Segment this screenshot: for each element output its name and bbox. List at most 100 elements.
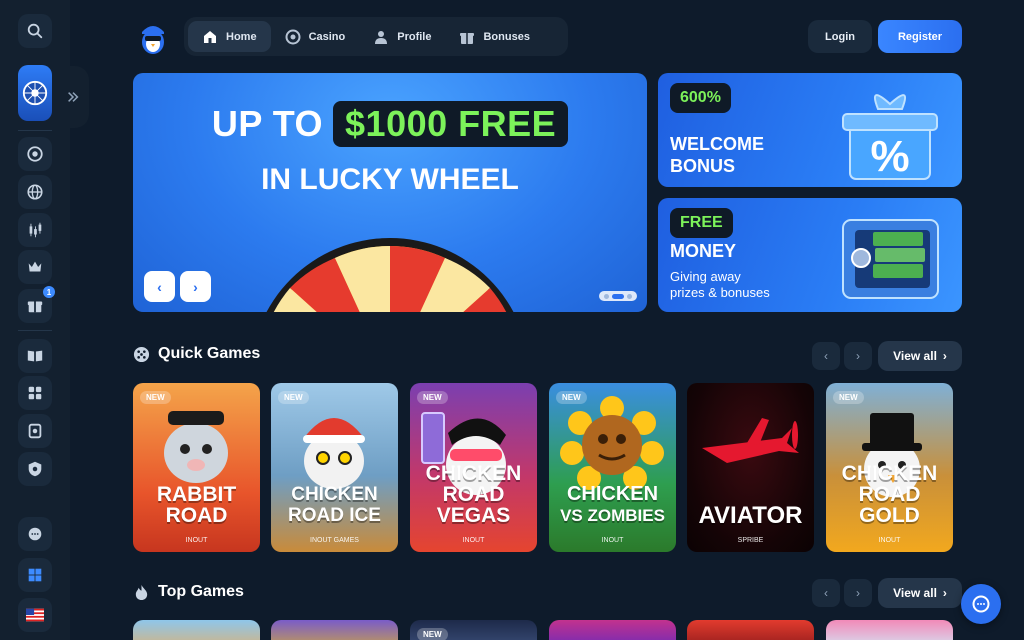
top-game-card[interactable] [549, 620, 676, 640]
live-chat-button[interactable] [961, 584, 1001, 624]
user-icon [375, 30, 388, 44]
hero-prev-button[interactable]: ‹ [144, 271, 175, 302]
quick-games-view-all[interactable]: View all › [878, 341, 962, 371]
chip-icon [27, 146, 43, 162]
sidebar-expand-button[interactable] [56, 66, 89, 128]
main-nav: Home Casino Profile Bonuses [184, 17, 568, 56]
top-game-card[interactable] [687, 620, 814, 640]
sidebar-item-vip[interactable] [18, 250, 52, 284]
support-icon [28, 527, 42, 541]
game-title: CHICKEN ROAD VEGAS [410, 463, 537, 526]
sidebar-item-security[interactable] [18, 452, 52, 486]
sidebar-item-sports[interactable] [18, 175, 52, 209]
divider [18, 130, 52, 131]
chevron-left-icon: ‹ [824, 586, 828, 600]
game-card-chicken-road-vegas[interactable]: NEW CHICKEN ROAD VEGAS INOUT [410, 383, 537, 552]
top-games-next-button[interactable]: › [844, 579, 872, 607]
home-icon [204, 30, 216, 43]
coupon-icon [28, 423, 42, 439]
quick-games-prev-button[interactable]: ‹ [812, 342, 840, 370]
game-title: CHICKEN ROAD ICE [271, 484, 398, 526]
new-badge: NEW [833, 391, 864, 404]
section-title: Quick Games [158, 345, 261, 362]
game-title-line: ROAD VEGAS [436, 483, 511, 527]
chevron-right-icon: › [942, 586, 947, 600]
sunflower-art [560, 396, 664, 490]
game-title-line: AVIATOR [698, 502, 803, 529]
sidebar: 1 [0, 0, 89, 640]
sidebar-item-games[interactable] [18, 376, 52, 410]
nav-home-label: Home [226, 30, 257, 43]
top-game-card[interactable] [133, 620, 260, 640]
game-title-line: VS ZOMBIES [560, 506, 665, 525]
free-money-promo[interactable]: FREE MONEY Giving away prizes & bonuses [658, 198, 962, 312]
controller-icon [28, 386, 42, 400]
hero-next-button[interactable]: › [180, 271, 211, 302]
penguin-logo-icon [142, 26, 164, 54]
game-card-aviator[interactable]: AVIATOR SPRIBE [687, 383, 814, 552]
pagination-dot[interactable] [627, 293, 632, 299]
globe-icon [27, 184, 43, 200]
game-title-line: CHICKEN [425, 462, 522, 485]
top-games-heading: Top Games [133, 583, 244, 601]
new-badge: NEW [417, 628, 448, 640]
game-card-rabbit-road[interactable]: NEW RABBIT ROAD INOUT [133, 383, 260, 552]
promo-subtitle-line: Giving away [670, 269, 741, 284]
sidebar-item-trading[interactable] [18, 213, 52, 247]
hero-pagination[interactable] [599, 291, 637, 301]
pagination-dot[interactable] [604, 293, 609, 299]
wheel-icon [22, 80, 48, 106]
chip-icon [285, 29, 301, 44]
game-provider: INOUT [462, 537, 485, 544]
pagination-dot-active[interactable] [612, 293, 624, 299]
top-game-card[interactable]: NEW [410, 620, 537, 640]
chevron-right-icon: › [856, 349, 860, 363]
nav-bonuses-label: Bonuses [483, 30, 530, 43]
top-games-view-all[interactable]: View all › [878, 578, 962, 608]
quick-games-heading: Quick Games [133, 345, 260, 363]
view-all-label: View all [893, 349, 937, 363]
new-badge: NEW [417, 391, 448, 404]
dice-icon [133, 346, 150, 362]
sidebar-item-gifts[interactable]: 1 [18, 286, 55, 323]
chicken-santa-art [303, 418, 365, 489]
nav-casino[interactable]: Casino [271, 21, 360, 52]
top-game-card[interactable] [271, 620, 398, 640]
book-icon [27, 350, 43, 362]
chevron-right-icon: › [942, 349, 947, 363]
sidebar-item-casino[interactable] [18, 137, 52, 171]
top-games-prev-button[interactable]: ‹ [812, 579, 840, 607]
top-game-card[interactable] [826, 620, 953, 640]
lucky-wheel-promo[interactable] [18, 65, 52, 121]
login-button[interactable]: Login [808, 20, 872, 53]
chat-bubble-icon [972, 595, 990, 613]
welcome-bonus-promo[interactable]: % 600% WELCOME BONUS [658, 73, 962, 187]
search-icon [27, 23, 43, 39]
game-card-chicken-vs-zombies[interactable]: NEW CHICKEN VS ZOMBIES INOUT [549, 383, 676, 552]
promo-title-line: BONUS [670, 156, 736, 176]
sidebar-item-rules[interactable] [18, 339, 52, 373]
promo-tag: 600% [670, 83, 731, 113]
game-title: RABBIT ROAD [133, 484, 260, 526]
windows-icon [28, 568, 42, 582]
sidebar-item-support[interactable] [18, 517, 52, 551]
quick-games-next-button[interactable]: › [844, 342, 872, 370]
game-title-line: CHICKEN [841, 462, 938, 485]
site-logo[interactable] [134, 18, 172, 56]
language-selector[interactable] [18, 598, 52, 632]
us-flag-icon [26, 608, 44, 622]
double-chevron-right-icon [67, 92, 78, 102]
sidebar-item-coupon[interactable] [18, 414, 52, 448]
promo-subtitle-line: prizes & bonuses [670, 285, 770, 300]
game-card-chicken-road-ice[interactable]: NEW CHICKEN ROAD ICE INOUT GAMES [271, 383, 398, 552]
fire-icon [135, 584, 148, 600]
game-title-line: CHICKEN [566, 483, 659, 505]
sidebar-item-windows-app[interactable] [18, 558, 52, 592]
nav-bonuses[interactable]: Bonuses [445, 21, 543, 52]
game-title-line: ROAD GOLD [858, 483, 921, 527]
search-button[interactable] [18, 14, 52, 48]
register-button[interactable]: Register [878, 20, 962, 53]
game-card-chicken-road-gold[interactable]: NEW CHICKEN ROAD GOLD INOUT [826, 383, 953, 552]
nav-profile[interactable]: Profile [359, 21, 445, 52]
nav-home[interactable]: Home [188, 21, 271, 52]
